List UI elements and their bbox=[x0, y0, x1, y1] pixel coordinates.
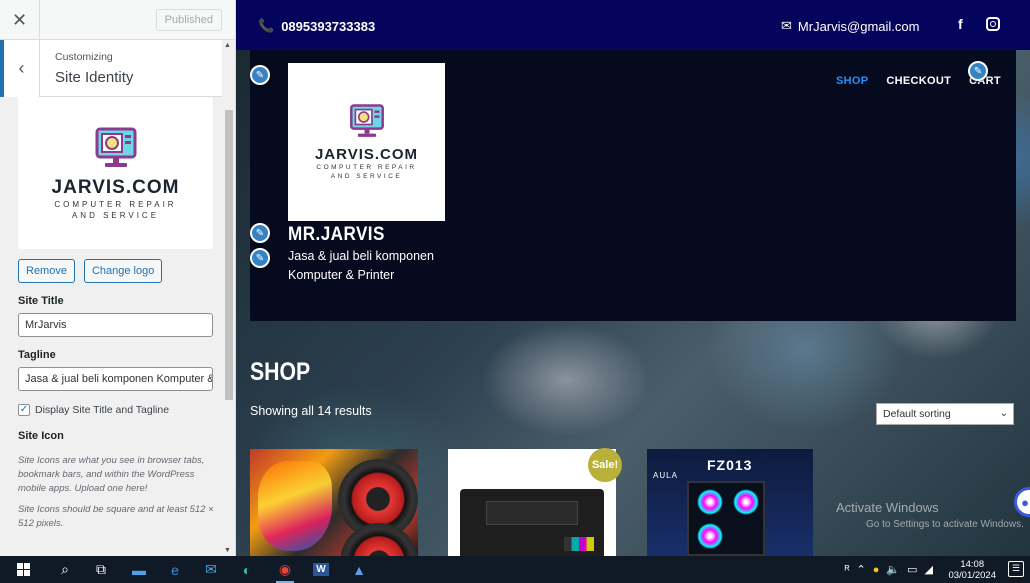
nav-item-checkout[interactable]: CHECKOUT bbox=[886, 75, 951, 87]
display-title-tagline-checkbox[interactable]: ✓ bbox=[18, 404, 30, 416]
computer-logo-icon bbox=[349, 104, 384, 137]
computer-logo-icon bbox=[95, 127, 136, 167]
logo-subtitle-2: AND SERVICE bbox=[71, 210, 160, 220]
edit-site-title-pencil-icon[interactable]: ✎ bbox=[250, 223, 270, 243]
customizer-controls: JARVIS.COM COMPUTER REPAIR AND SERVICE R… bbox=[0, 97, 222, 556]
phone-icon: 📞 bbox=[258, 18, 275, 33]
mail-app-icon[interactable]: ✉ bbox=[196, 556, 226, 583]
activate-windows-watermark: Activate Windows Go to Settings to activ… bbox=[836, 499, 1024, 533]
email-address: MrJarvis@gmail.com bbox=[797, 18, 920, 34]
watermark-line-1: Activate Windows bbox=[836, 500, 939, 515]
windows-logo-icon bbox=[16, 563, 30, 576]
phone-contact[interactable]: 📞 0895393733383 bbox=[258, 18, 375, 34]
notification-icon[interactable]: ☰ bbox=[1008, 561, 1024, 577]
sorting-select[interactable]: Default sorting ⌄ bbox=[876, 403, 1014, 425]
edge-browser-icon[interactable]: ◐ bbox=[232, 556, 262, 583]
site-tagline: Jasa & jual beli komponen Komputer & Pri… bbox=[288, 249, 434, 282]
site-logo[interactable]: JARVIS.COM COMPUTER REPAIR AND SERVICE bbox=[288, 63, 445, 221]
publish-button[interactable]: Published bbox=[155, 9, 222, 31]
site-header: JARVIS.COM COMPUTER REPAIR AND SERVICE M… bbox=[250, 50, 1016, 321]
sorting-value: Default sorting bbox=[883, 408, 951, 420]
results-count: Showing all 14 results bbox=[250, 404, 372, 418]
file-explorer-icon[interactable]: ▬ bbox=[124, 556, 154, 583]
logo-subtitle-1: COMPUTER REPAIR bbox=[316, 164, 417, 171]
task-view-icon[interactable]: ⧉ bbox=[86, 556, 116, 583]
site-title-label: Site Title bbox=[18, 295, 64, 307]
edge-legacy-icon[interactable]: e bbox=[160, 556, 190, 583]
close-customizer-button[interactable]: ✕ bbox=[0, 0, 40, 40]
product-card-graphics-card[interactable] bbox=[250, 449, 418, 556]
logo-subtitle-2: AND SERVICE bbox=[330, 173, 403, 180]
site-name[interactable]: MR.JARVIS bbox=[288, 224, 385, 246]
instagram-icon[interactable] bbox=[986, 17, 1000, 31]
phone-number: 0895393733383 bbox=[281, 18, 376, 34]
shop-title: SHOP bbox=[250, 358, 311, 386]
start-button[interactable] bbox=[8, 556, 38, 583]
clock-time: 14:08 bbox=[960, 559, 985, 570]
tagline-label: Tagline bbox=[18, 349, 56, 361]
section-breadcrumb: Customizing bbox=[55, 51, 113, 63]
logo-preview[interactable]: JARVIS.COM COMPUTER REPAIR AND SERVICE bbox=[18, 97, 213, 249]
wifi-icon[interactable]: ◢ bbox=[925, 563, 933, 576]
edit-menu-pencil-icon[interactable]: ✎ bbox=[968, 61, 988, 81]
site-title-input[interactable]: MrJarvis bbox=[18, 313, 213, 337]
site-icon-help-1: Site Icons are what you see in browser t… bbox=[18, 455, 205, 494]
battery-icon[interactable]: ▭ bbox=[907, 563, 917, 576]
volume-icon[interactable]: 🔈 bbox=[886, 563, 900, 576]
section-header: ‹ Customizing Site Identity bbox=[0, 40, 235, 97]
watermark-line-2: Go to Settings to activate Windows. bbox=[866, 519, 1024, 530]
ink-tanks bbox=[564, 537, 594, 551]
display-title-tagline-row[interactable]: ✓ Display Site Title and Tagline bbox=[18, 404, 222, 416]
clock[interactable]: 14:08 03/01/2024 bbox=[948, 559, 996, 581]
scroll-down-icon[interactable]: ▼ bbox=[224, 547, 231, 554]
chrome-icon[interactable]: ◉ bbox=[270, 556, 300, 583]
scroll-up-icon[interactable]: ▲ bbox=[224, 42, 231, 49]
logo-wordmark: JARVIS.COM bbox=[314, 146, 419, 163]
site-icon-help-2: Site Icons should be square and at least… bbox=[18, 504, 214, 529]
site-icon-label: Site Icon bbox=[18, 430, 64, 442]
logo-subtitle-1: COMPUTER REPAIR bbox=[54, 199, 177, 209]
customizer-header: ✕ Published bbox=[0, 0, 235, 40]
product-image bbox=[687, 481, 765, 556]
product-brand-text: FZ013 bbox=[707, 457, 753, 473]
close-icon: ✕ bbox=[11, 9, 28, 30]
logo-wordmark: JARVIS.COM bbox=[51, 176, 180, 198]
word-icon[interactable]: W bbox=[306, 556, 336, 583]
product-brand-logo: AULA bbox=[653, 471, 678, 480]
edit-tagline-pencil-icon[interactable]: ✎ bbox=[250, 248, 270, 268]
windows-taskbar: ⌕ ⧉ ▬ e ✉ ◐ ◉ W ▲ ᴿ ⌃ ● 🔈 ▭ ◢ 14:08 03/0… bbox=[0, 556, 1030, 583]
display-title-tagline-label: Display Site Title and Tagline bbox=[35, 404, 170, 416]
clock-date: 03/01/2024 bbox=[948, 570, 996, 581]
chevron-up-icon[interactable]: ⌃ bbox=[857, 563, 866, 576]
mail-icon: ✉ bbox=[781, 18, 792, 33]
remove-logo-button[interactable]: Remove bbox=[18, 259, 75, 283]
edit-logo-pencil-icon[interactable]: ✎ bbox=[250, 65, 270, 85]
search-icon[interactable]: ⌕ bbox=[50, 556, 80, 583]
app-tray-icon[interactable]: ● bbox=[873, 564, 880, 576]
printer-tray bbox=[486, 501, 578, 525]
facebook-icon[interactable]: f bbox=[958, 16, 963, 32]
back-button[interactable]: ‹ bbox=[0, 40, 40, 97]
customizer-sidebar: ✕ Published ‹ Customizing Site Identity … bbox=[0, 0, 236, 556]
chevron-down-icon: ⌄ bbox=[999, 408, 1008, 419]
section-title: Site Identity bbox=[55, 69, 134, 86]
top-bar: 📞 0895393733383 ✉ MrJarvis@gmail.com f bbox=[236, 0, 1030, 50]
product-image bbox=[258, 461, 332, 551]
chevron-left-icon: ‹ bbox=[18, 58, 25, 78]
sale-badge: Sale! bbox=[588, 448, 622, 482]
photos-icon[interactable]: ▲ bbox=[344, 556, 374, 583]
product-card-pc-case[interactable]: FZ013 AULA bbox=[647, 449, 813, 556]
site-preview: 📞 0895393733383 ✉ MrJarvis@gmail.com f J… bbox=[236, 0, 1030, 556]
scrollbar-thumb[interactable] bbox=[225, 110, 233, 400]
hero-background: JARVIS.COM COMPUTER REPAIR AND SERVICE M… bbox=[236, 50, 1030, 556]
email-contact[interactable]: ✉ MrJarvis@gmail.com bbox=[781, 18, 919, 34]
change-logo-button[interactable]: Change logo bbox=[83, 259, 163, 283]
nav-item-shop[interactable]: SHOP bbox=[836, 75, 868, 87]
tagline-input[interactable]: Jasa & jual beli komponen Komputer & bbox=[18, 367, 213, 391]
sidebar-scrollbar[interactable]: ▲ ▼ bbox=[222, 40, 235, 556]
people-icon[interactable]: ᴿ bbox=[845, 564, 850, 576]
